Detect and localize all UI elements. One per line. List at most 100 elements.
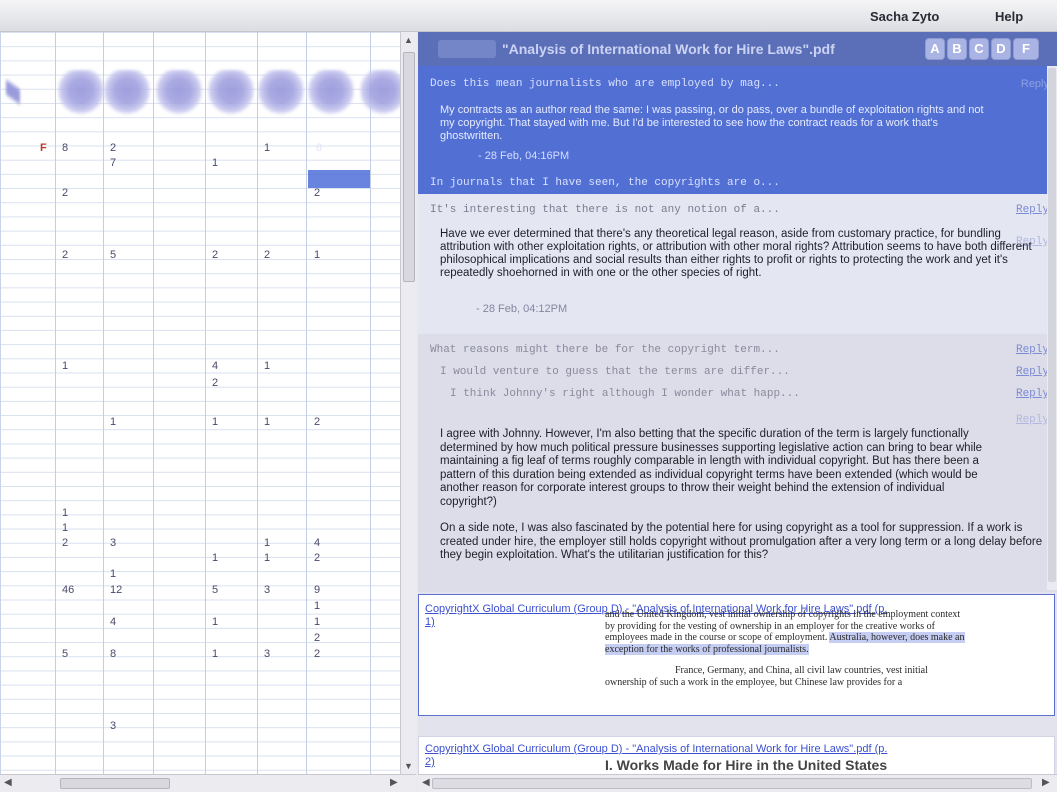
scroll-left-icon[interactable]: ◀: [422, 777, 430, 788]
page-thumbnail-icon[interactable]: [156, 70, 202, 116]
threads-scroll-thumb[interactable]: [1048, 68, 1056, 582]
grid-cell-value[interactable]: 1: [110, 416, 116, 428]
grid-scroll-thumb[interactable]: [403, 52, 415, 282]
scroll-right-icon[interactable]: ▶: [1042, 777, 1050, 788]
thread-heading[interactable]: What reasons might there be for the copy…: [430, 344, 780, 356]
filter-button-c[interactable]: C: [969, 38, 989, 60]
grid-cell-value[interactable]: 2: [62, 249, 68, 261]
grid-cell-value[interactable]: 1: [264, 537, 270, 549]
thread-heading[interactable]: Does this mean journalists who are emplo…: [430, 78, 780, 90]
thread-reply-heading[interactable]: I would venture to guess that the terms …: [440, 366, 790, 378]
grid-cell-value[interactable]: 2: [212, 377, 218, 389]
filter-button-a[interactable]: A: [925, 38, 945, 60]
grid-cell-value[interactable]: 1: [110, 568, 116, 580]
grid-cell-value[interactable]: 1: [314, 249, 320, 261]
grid-cell-value[interactable]: 12: [110, 584, 122, 596]
grid-cell-value[interactable]: 1: [264, 360, 270, 372]
grid-cell-value[interactable]: 4: [314, 537, 320, 549]
grid-cell-value[interactable]: 3: [110, 720, 116, 732]
grid-column-divider: [370, 32, 371, 774]
grid-cell-value[interactable]: 2: [314, 416, 320, 428]
grid-cell-value[interactable]: 4: [110, 616, 116, 628]
grid-cell-value[interactable]: 4: [212, 360, 218, 372]
grid-cell-value[interactable]: 5: [212, 584, 218, 596]
grid-cell-value[interactable]: 46: [62, 584, 74, 596]
scroll-left-icon[interactable]: ◀: [4, 777, 12, 788]
grid-cell-value[interactable]: 5: [110, 249, 116, 261]
page-thumbnail-icon[interactable]: [258, 70, 304, 116]
help-link[interactable]: Help: [995, 9, 1023, 24]
comment-body: I agree with Johnny. However, I'm also b…: [440, 428, 983, 508]
grid-cell-value[interactable]: 1: [264, 552, 270, 564]
grid-cell-value[interactable]: 1: [62, 522, 68, 534]
comment-body: Have we ever determined that there's any…: [440, 228, 1032, 279]
thread[interactable]: What reasons might there be for the copy…: [418, 334, 1057, 592]
scroll-right-icon[interactable]: ▶: [390, 777, 398, 788]
grid-cell-value[interactable]: 8: [110, 648, 116, 660]
grid-cell-value[interactable]: 2: [314, 552, 320, 564]
citation-page-link[interactable]: 1): [425, 616, 435, 628]
filter-button-f[interactable]: F: [1013, 38, 1039, 60]
thread[interactable]: It's interesting that there is not any n…: [418, 194, 1057, 334]
grid-horizontal-scrollbar[interactable]: ◀ ▶: [0, 774, 416, 792]
grid-cell-value[interactable]: 8: [62, 142, 68, 154]
citation-page-link[interactable]: 2): [425, 756, 435, 768]
grid-cell-value[interactable]: 1: [314, 616, 320, 628]
grid-cell-value[interactable]: 1: [62, 507, 68, 519]
grid-cell-value[interactable]: 1: [212, 416, 218, 428]
citation-card[interactable]: CopyrightX Global Curriculum (Group D) -…: [418, 594, 1055, 716]
grid-cell-value[interactable]: 6: [316, 142, 322, 154]
page-thumbnail-icon[interactable]: [58, 70, 104, 116]
document-tag: [438, 40, 496, 58]
grid-cell-value[interactable]: 2: [110, 142, 116, 154]
threads-hscroll-thumb[interactable]: [432, 778, 1032, 789]
grid-cell-value[interactable]: 3: [110, 537, 116, 549]
filter-button-b[interactable]: B: [947, 38, 967, 60]
grid-cell-value[interactable]: 1: [264, 416, 270, 428]
grid-cell-value[interactable]: 2: [314, 632, 320, 644]
grid-cell-value[interactable]: 2: [314, 648, 320, 660]
grid-cell-value[interactable]: 1: [264, 142, 270, 154]
grid-cell-value[interactable]: 1: [212, 157, 218, 169]
grid-cell-value[interactable]: 7: [110, 157, 116, 169]
grid-cell-value[interactable]: 1: [212, 616, 218, 628]
page-thumbnail-icon[interactable]: [208, 70, 254, 116]
selected-cell-highlight[interactable]: [308, 170, 370, 188]
reply-link[interactable]: Reply: [1016, 204, 1049, 216]
scroll-down-icon[interactable]: ▼: [404, 761, 413, 771]
grid-cell-value[interactable]: 1: [212, 648, 218, 660]
thread-heading[interactable]: In journals that I have seen, the copyri…: [430, 177, 780, 189]
grid-cell-value[interactable]: 3: [264, 648, 270, 660]
thread-reply-heading[interactable]: I think Johnny's right although I wonder…: [450, 388, 800, 400]
threads-vertical-scrollbar[interactable]: [1047, 66, 1057, 590]
grid-cell-value[interactable]: 2: [62, 537, 68, 549]
reply-link[interactable]: Reply: [1021, 78, 1049, 90]
citation-link[interactable]: CopyrightX Global Curriculum (Group D) -…: [425, 743, 887, 755]
grid-cell-value[interactable]: 1: [314, 600, 320, 612]
grid-cell-value[interactable]: 9: [314, 584, 320, 596]
reply-link[interactable]: Reply: [1016, 388, 1049, 400]
page-thumbnail-icon[interactable]: [104, 70, 150, 116]
grid-cell-value[interactable]: 1: [62, 360, 68, 372]
threads-horizontal-scrollbar[interactable]: ◀ ▶: [418, 774, 1057, 792]
user-name-link[interactable]: Sacha Zyto: [870, 9, 939, 24]
scroll-up-icon[interactable]: ▲: [404, 35, 413, 45]
grid-cell-value[interactable]: 5: [62, 648, 68, 660]
reply-link[interactable]: Reply: [1016, 344, 1049, 356]
thread-selected[interactable]: Does this mean journalists who are emplo…: [418, 66, 1057, 194]
page-thumbnail-icon[interactable]: [308, 70, 354, 116]
page-thumbnail-icon[interactable]: [6, 72, 20, 112]
grid-cell-value[interactable]: 3: [264, 584, 270, 596]
grid-cell-value[interactable]: 2: [62, 187, 68, 199]
filter-button-d[interactable]: D: [991, 38, 1011, 60]
grid-cell-value[interactable]: 2: [212, 249, 218, 261]
grid-cell-value[interactable]: 2: [264, 249, 270, 261]
grid-cell-value[interactable]: 2: [314, 187, 320, 199]
reply-link[interactable]: Reply: [1016, 414, 1049, 426]
grid-hscroll-thumb[interactable]: [60, 778, 170, 789]
grid-cell-value[interactable]: 1: [212, 552, 218, 564]
grid-vertical-scrollbar[interactable]: ▲ ▼: [400, 32, 416, 774]
citation-card[interactable]: CopyrightX Global Curriculum (Group D) -…: [418, 736, 1055, 776]
reply-link[interactable]: Reply: [1016, 366, 1049, 378]
thread-heading[interactable]: It's interesting that there is not any n…: [430, 204, 780, 216]
